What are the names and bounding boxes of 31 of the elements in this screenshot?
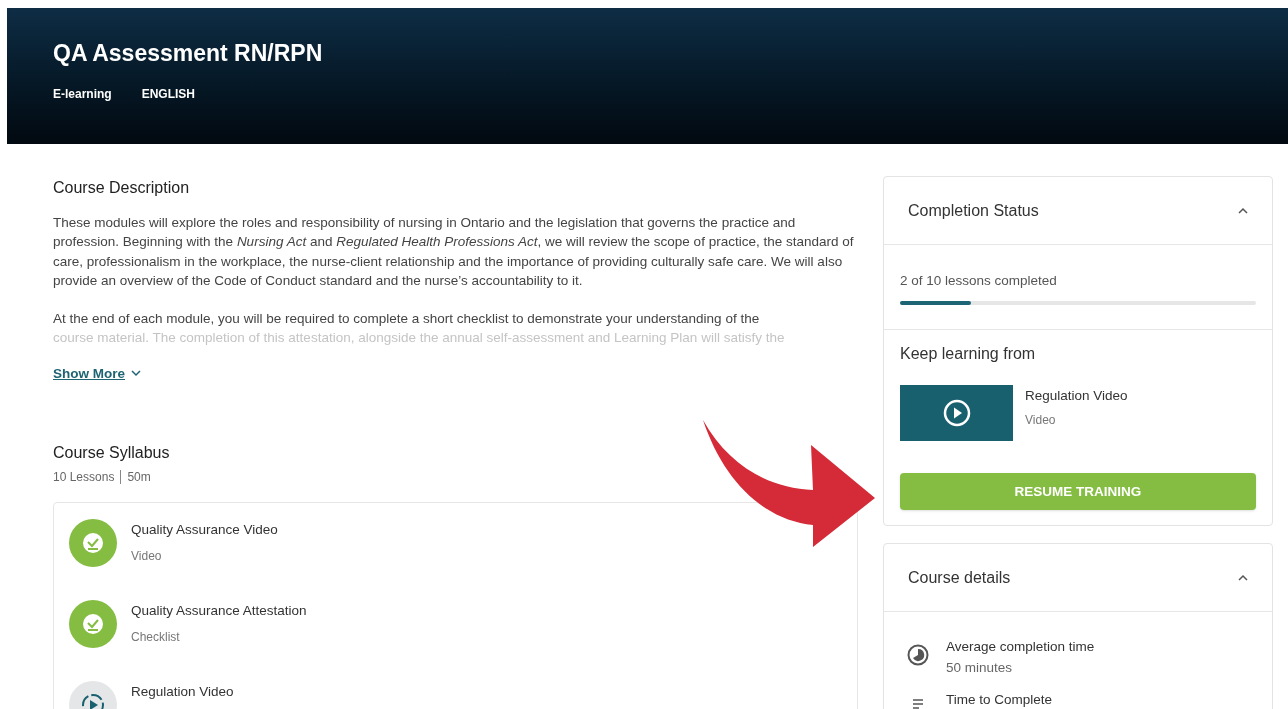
- play-icon: [942, 399, 971, 428]
- lesson-title[interactable]: Quality Assurance Attestation: [131, 601, 307, 622]
- description-paragraph: These modules will explore the roles and responsibility of nursing in Ontario and the legislation that governs the practice and profession. Beginning with the Nursing Act and Regulated Health Professions Act, we will review the scope of practice, the standard of care, professionalism in the workplace, the nurse-client relationship and the importance of providing culturally safe care. We will also provide an overview of the Code of Conduct standard and the nurse’s accountability to it.: [53, 214, 855, 290]
- lesson-type: Video: [1025, 411, 1057, 429]
- duration: 50m: [127, 469, 151, 487]
- progress-text: 2 of 10 lessons completed: [900, 272, 1058, 290]
- section-heading: Course Description: [53, 178, 191, 198]
- lesson-title[interactable]: Regulation Video: [131, 682, 234, 703]
- lesson-type: Checklist: [131, 629, 181, 647]
- collapse-icon[interactable]: [1238, 574, 1248, 582]
- card-heading: Completion Status: [908, 200, 1039, 221]
- description-paragraph: At the end of each module, you will be required to complete a short checklist to demonstrate your understanding of the: [53, 310, 761, 329]
- keep-learning-heading: Keep learning from: [900, 344, 1037, 365]
- card-heading: Course details: [908, 567, 1011, 588]
- course-tag: ENGLISH: [141, 84, 196, 103]
- collapse-icon[interactable]: [1238, 207, 1248, 214]
- video-thumbnail[interactable]: [900, 385, 1013, 442]
- lesson-title: Regulation Video: [1025, 387, 1128, 406]
- course-tag: E-learning: [53, 84, 112, 103]
- clock-icon: [907, 644, 929, 667]
- lesson-count: 10 Lessons: [53, 469, 115, 487]
- detail-label: Average completion time: [946, 638, 1095, 657]
- section-heading: Course Syllabus: [53, 443, 171, 464]
- course-title: QA Assessment RN/RPN: [53, 39, 324, 68]
- detail-value: 50 minutes: [946, 658, 1014, 677]
- detail-label: Time to Complete: [946, 690, 1053, 709]
- show-more-link[interactable]: Show More: [53, 363, 141, 385]
- expand-icon[interactable]: [131, 370, 141, 378]
- lesson-type: Video: [131, 548, 163, 566]
- lesson-title[interactable]: Quality Assurance Video: [131, 520, 278, 541]
- description-paragraph: course material. The completion of this attestation, alongside the annual self-assessment and Learning Plan will satisfy the: [53, 329, 786, 348]
